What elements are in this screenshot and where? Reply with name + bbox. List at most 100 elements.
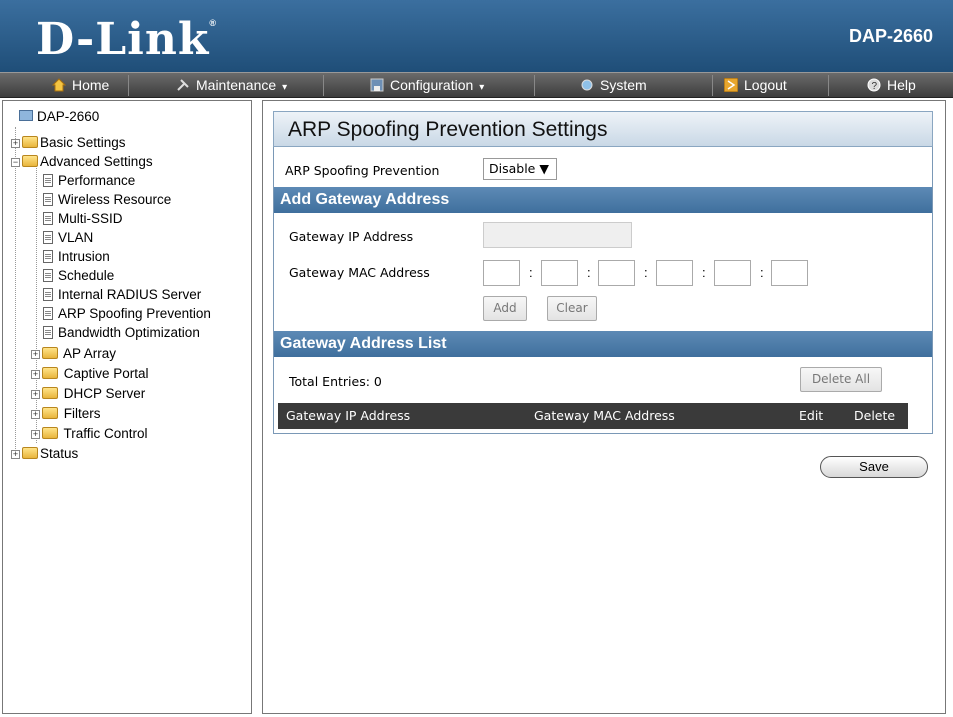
menu-configuration[interactable]: Configuration ▾ xyxy=(370,73,484,98)
tree-line xyxy=(15,127,16,455)
menu-divider xyxy=(828,75,829,96)
folder-open-icon xyxy=(22,155,38,167)
chevron-down-icon: ▾ xyxy=(479,82,485,93)
tree-bandwidth-optimization[interactable]: Bandwidth Optimization xyxy=(43,323,200,342)
expand-icon[interactable]: + xyxy=(11,450,20,459)
page-icon xyxy=(43,212,53,225)
menu-bar: Home Maintenance ▾ Configuration ▾ System … xyxy=(0,72,953,98)
page-icon xyxy=(43,193,53,206)
tree-basic-settings[interactable]: + Basic Settings xyxy=(11,133,126,152)
gateway-ip-label: Gateway IP Address xyxy=(289,229,414,244)
tree-internal-radius[interactable]: Internal RADIUS Server xyxy=(43,285,201,304)
tree-dhcp-server[interactable]: + DHCP Server xyxy=(31,384,145,403)
page-title: ARP Spoofing Prevention Settings xyxy=(288,118,608,141)
computer-icon xyxy=(19,110,33,121)
page-icon xyxy=(43,250,53,263)
expand-icon[interactable]: + xyxy=(31,390,40,399)
mac-octet-3-input[interactable] xyxy=(598,260,635,286)
svg-text:?: ? xyxy=(872,81,878,92)
tree-captive-portal[interactable]: + Captive Portal xyxy=(31,364,149,383)
chevron-down-icon: ▾ xyxy=(282,82,288,93)
page-icon xyxy=(43,269,53,282)
folder-icon xyxy=(22,136,38,148)
tree-status[interactable]: + Status xyxy=(11,444,78,463)
folder-icon xyxy=(42,347,58,359)
mac-octet-6-input[interactable] xyxy=(771,260,808,286)
column-gateway-ip: Gateway IP Address xyxy=(286,408,411,423)
column-gateway-mac: Gateway MAC Address xyxy=(534,408,675,423)
collapse-icon[interactable]: − xyxy=(11,158,20,167)
home-icon xyxy=(51,75,67,92)
tree-multi-ssid[interactable]: Multi-SSID xyxy=(43,209,123,228)
mac-separator: : xyxy=(587,265,591,280)
arp-prevention-label: ARP Spoofing Prevention xyxy=(285,163,440,178)
folder-icon xyxy=(42,427,58,439)
clear-button[interactable]: Clear xyxy=(547,296,597,321)
menu-divider xyxy=(128,75,129,96)
model-name: DAP-2660 xyxy=(848,26,933,46)
tree-wireless-resource[interactable]: Wireless Resource xyxy=(43,190,171,209)
logout-icon xyxy=(723,75,739,93)
tools-icon xyxy=(176,75,190,91)
mac-separator: : xyxy=(702,265,706,280)
tree-ap-array[interactable]: + AP Array xyxy=(31,344,116,363)
folder-icon xyxy=(42,407,58,419)
gateway-mac-label: Gateway MAC Address xyxy=(289,265,430,280)
settings-panel: ARP Spoofing Prevention Disable ▼ Add Ga… xyxy=(273,147,933,434)
menu-help[interactable]: ? Help xyxy=(867,73,916,98)
page-icon xyxy=(43,288,53,301)
save-button[interactable]: Save xyxy=(820,456,928,478)
expand-icon[interactable]: + xyxy=(11,139,20,148)
arp-prevention-select[interactable]: Disable ▼ xyxy=(483,158,557,180)
folder-icon xyxy=(22,447,38,459)
tree-vlan[interactable]: VLAN xyxy=(43,228,93,247)
floppy-icon xyxy=(370,75,384,92)
mac-octet-4-input[interactable] xyxy=(656,260,693,286)
folder-icon xyxy=(42,387,58,399)
menu-divider xyxy=(712,75,713,96)
tree-intrusion[interactable]: Intrusion xyxy=(43,247,110,266)
tree-arp-spoofing[interactable]: ARP Spoofing Prevention xyxy=(43,304,211,323)
expand-icon[interactable]: + xyxy=(31,430,40,439)
expand-icon[interactable]: + xyxy=(31,410,40,419)
mac-octet-5-input[interactable] xyxy=(714,260,751,286)
menu-system[interactable]: System xyxy=(580,73,647,98)
add-button[interactable]: Add xyxy=(483,296,527,321)
add-gateway-header: Add Gateway Address xyxy=(274,187,932,213)
tree-root[interactable]: DAP-2660 xyxy=(19,107,99,126)
menu-logout[interactable]: Logout xyxy=(723,73,787,98)
menu-home[interactable]: Home xyxy=(51,73,109,98)
tree-traffic-control[interactable]: + Traffic Control xyxy=(31,424,148,443)
menu-divider xyxy=(534,75,535,96)
page-icon xyxy=(43,174,53,187)
main-content: ARP Spoofing Prevention Settings ARP Spo… xyxy=(262,100,946,714)
mac-separator: : xyxy=(760,265,764,280)
menu-divider xyxy=(323,75,324,96)
tree-performance[interactable]: Performance xyxy=(43,171,135,190)
mac-separator: : xyxy=(644,265,648,280)
page-icon xyxy=(43,326,53,339)
folder-icon xyxy=(42,367,58,379)
page-icon xyxy=(43,231,53,244)
mac-octet-1-input[interactable] xyxy=(483,260,520,286)
tree-filters[interactable]: + Filters xyxy=(31,404,101,423)
menu-maintenance[interactable]: Maintenance ▾ xyxy=(176,73,287,98)
column-delete: Delete xyxy=(854,408,896,423)
delete-all-button[interactable]: Delete All xyxy=(800,367,882,392)
gateway-table-header: Gateway IP Address Gateway MAC Address E… xyxy=(278,403,908,429)
total-entries: Total Entries: 0 xyxy=(289,374,382,389)
header-banner: D-Link® DAP-2660 xyxy=(0,0,953,72)
mac-octet-2-input[interactable] xyxy=(541,260,578,286)
expand-icon[interactable]: + xyxy=(31,350,40,359)
tree-schedule[interactable]: Schedule xyxy=(43,266,114,285)
network-icon xyxy=(580,75,594,91)
navigation-tree: DAP-2660 + Basic Settings − Advanced Setti… xyxy=(2,100,252,714)
column-edit: Edit xyxy=(799,408,824,423)
page-title-bar: ARP Spoofing Prevention Settings xyxy=(273,111,933,147)
tree-advanced-settings[interactable]: − Advanced Settings xyxy=(11,152,153,171)
gateway-ip-input[interactable] xyxy=(483,222,632,248)
gateway-list-header: Gateway Address List xyxy=(274,331,932,357)
page-icon xyxy=(43,307,53,320)
expand-icon[interactable]: + xyxy=(31,370,40,379)
mac-separator: : xyxy=(529,265,533,280)
